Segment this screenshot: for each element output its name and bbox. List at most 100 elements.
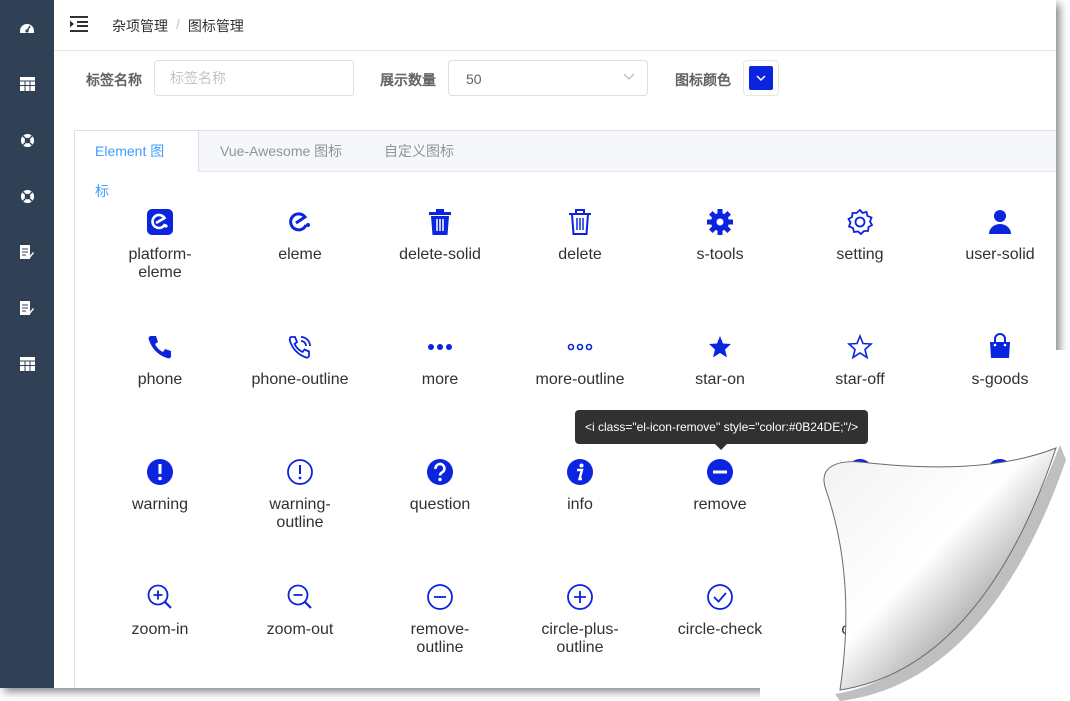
icon-item-circle-partial[interactable]: ci <box>790 458 930 514</box>
sidebar-item-table-2[interactable] <box>19 356 35 372</box>
icon-item-remove-outline[interactable]: remove-outline <box>370 583 510 657</box>
icon-item-phone[interactable]: phone <box>90 333 230 389</box>
icon-label: s-goods <box>971 371 1029 388</box>
circle-filled-icon <box>847 459 873 485</box>
name-input-wrapper <box>154 60 354 96</box>
icon-label: platform- <box>128 246 192 263</box>
icon-item-eleme[interactable]: eleme <box>230 208 370 264</box>
sidebar-item-doc-2[interactable] <box>19 300 35 316</box>
icon-item-question[interactable]: question <box>370 458 510 514</box>
dashboard-icon <box>20 24 34 33</box>
icon-label: remove- <box>410 621 470 638</box>
menu-fold-icon[interactable] <box>70 16 88 32</box>
icon-label: zoom-in <box>131 621 189 638</box>
icon-label: s-tools <box>696 246 744 263</box>
tab-custom-icons[interactable]: 自定义图标 <box>364 131 474 171</box>
icon-item-star-on[interactable]: star-on <box>650 333 790 389</box>
color-picker[interactable] <box>743 60 779 96</box>
icon-label: delete <box>558 246 602 263</box>
sidebar-item-support[interactable] <box>19 188 35 204</box>
sidebar-item-doc-1[interactable] <box>19 244 35 260</box>
icon-label: more <box>421 371 459 388</box>
icon-label: user-solid <box>965 246 1035 263</box>
icon-item-circle-check[interactable]: circle-check <box>650 583 790 639</box>
icon-item-star-off[interactable]: star-off <box>790 333 930 389</box>
icon-label-line2: eleme <box>138 264 182 281</box>
icon-item-warning-outline[interactable]: warning-outline <box>230 458 370 532</box>
page-sheet: 杂项管理 / 图标管理 标签名称 展示数量 50 图标颜色 Element 图标… <box>0 0 1056 688</box>
icon-label: question <box>409 496 471 513</box>
grid-icon <box>19 357 35 371</box>
icon-label-line2: outline <box>416 639 464 656</box>
icon-item-more-outline[interactable]: more-outline <box>510 333 650 389</box>
phone-icon <box>148 336 171 359</box>
name-input[interactable] <box>155 61 353 95</box>
document-edit-icon <box>20 245 34 259</box>
info-icon <box>567 459 593 485</box>
icon-label: delete-solid <box>399 246 481 263</box>
zoom-in-icon <box>147 584 172 609</box>
icon-item-phone-outline[interactable]: phone-outline <box>230 333 370 389</box>
icon-label-line2: outline <box>556 639 604 656</box>
icon-label: circle-check <box>677 621 763 638</box>
sidebar <box>0 0 54 688</box>
count-select-value: 50 <box>466 71 482 87</box>
sidebar-item-dashboard[interactable] <box>19 20 35 36</box>
platform-eleme-icon <box>147 209 173 235</box>
tab-label: Vue-Awesome 图标 <box>220 143 343 159</box>
name-label: 标签名称 <box>86 72 142 88</box>
delete-solid-icon <box>429 209 451 235</box>
icon-label: star-off <box>835 371 885 388</box>
tab-vue-awesome-icons[interactable]: Vue-Awesome 图标 <box>200 131 362 171</box>
icon-item-s-tools[interactable]: s-tools <box>650 208 790 264</box>
tab-label: 自定义图标 <box>384 143 454 159</box>
icon-code-tooltip: <i class="el-icon-remove" style="color:#… <box>575 410 869 450</box>
icon-item-user-solid[interactable]: user-solid <box>930 208 1056 264</box>
circle-check-icon <box>707 584 733 610</box>
eleme-icon <box>289 212 310 232</box>
sidebar-item-help[interactable] <box>19 132 35 148</box>
user-solid-icon <box>989 210 1011 234</box>
icon-label: star-on <box>695 371 745 388</box>
icon-label: phone <box>137 371 183 388</box>
breadcrumb: 杂项管理 / 图标管理 <box>112 16 244 36</box>
document-edit-icon <box>20 301 34 315</box>
icon-item-delete-solid[interactable]: delete-solid <box>370 208 510 264</box>
icon-item-circle-partial-2[interactable]: circle <box>790 583 930 639</box>
tabs-header: Element 图标 Vue-Awesome 图标 自定义图标 <box>75 131 1056 199</box>
count-select[interactable]: 50 <box>448 60 648 96</box>
icon-item-partial-right[interactable] <box>930 458 1056 486</box>
icon-label: circle <box>841 621 879 638</box>
icon-item-info[interactable]: info <box>510 458 650 514</box>
question-icon <box>427 459 453 485</box>
icon-item-delete[interactable]: delete <box>510 208 650 264</box>
icon-item-platform-eleme[interactable]: platform-eleme <box>90 208 230 282</box>
icon-item-warning[interactable]: warning <box>90 458 230 514</box>
circle-plus-outline-icon <box>567 584 593 610</box>
warning-outline-icon <box>287 459 313 485</box>
icon-item-s-goods[interactable]: s-goods <box>930 333 1056 389</box>
icon-item-setting[interactable]: setting <box>790 208 930 264</box>
lifebuoy-icon <box>20 133 34 147</box>
breadcrumb-parent[interactable]: 杂项管理 <box>112 16 168 36</box>
icon-item-circle-plus-outline[interactable]: circle-plus-outline <box>510 583 650 657</box>
icon-label: warning <box>131 496 189 513</box>
icon-label: info <box>567 496 593 513</box>
icon-label: warning- <box>269 496 331 513</box>
color-swatch <box>749 66 773 90</box>
star-off-icon <box>847 333 873 360</box>
icon-item-more[interactable]: more <box>370 333 510 389</box>
icon-item-remove[interactable]: remove <box>650 458 790 514</box>
circle-filled-icon <box>987 459 1013 485</box>
icon-item-zoom-in[interactable]: zoom-in <box>90 583 230 639</box>
icon-label: remove <box>693 496 747 513</box>
icon-label: more-outline <box>535 371 625 388</box>
setting-gear-icon <box>847 208 874 236</box>
count-label: 展示数量 <box>380 72 436 88</box>
shopping-bag-icon <box>990 333 1010 358</box>
lifebuoy-icon <box>20 189 34 203</box>
sidebar-item-table[interactable] <box>19 76 35 92</box>
tab-element-icons[interactable]: Element 图标 <box>75 131 199 199</box>
more-icon <box>428 344 452 350</box>
icon-item-zoom-out[interactable]: zoom-out <box>230 583 370 639</box>
